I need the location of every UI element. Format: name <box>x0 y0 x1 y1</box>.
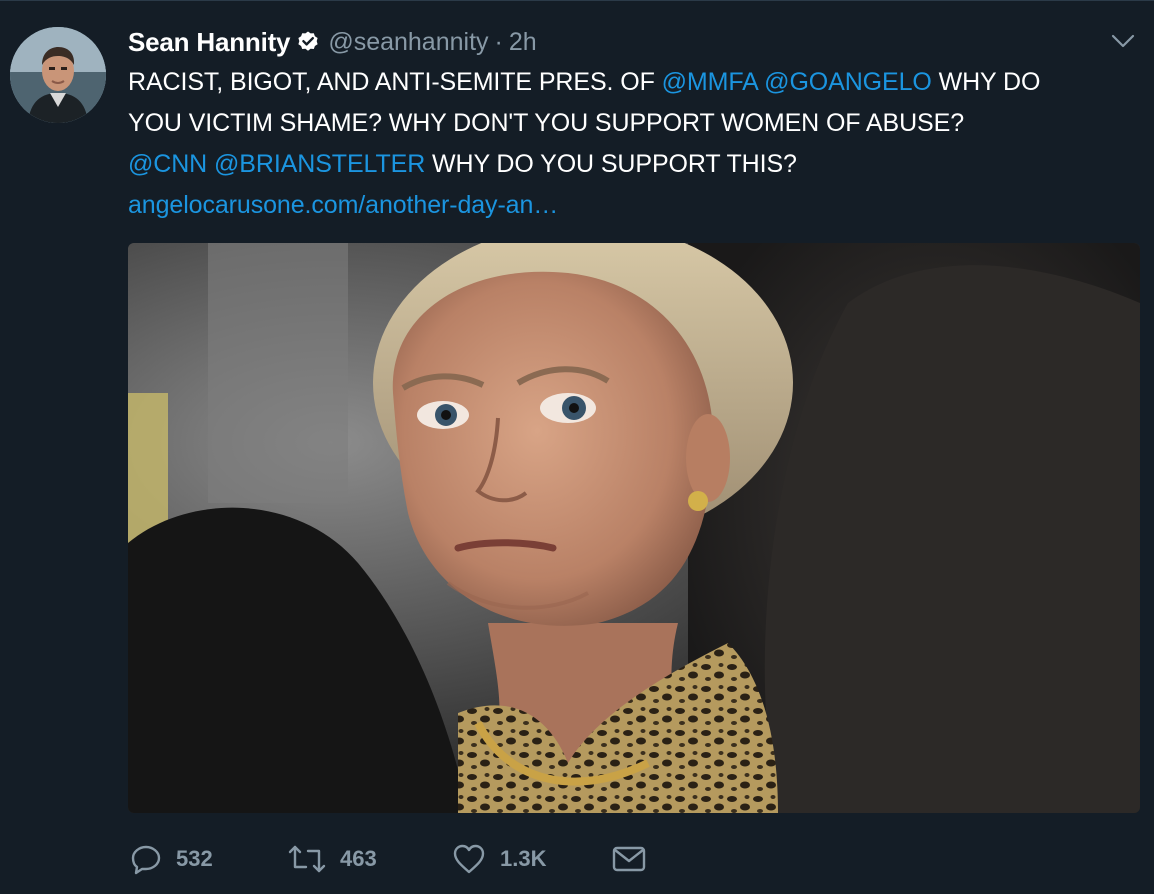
avatar[interactable] <box>10 27 106 123</box>
like-button[interactable]: 1.3K <box>452 839 546 879</box>
heart-icon <box>452 843 486 875</box>
text-segment: RACIST, BIGOT, AND ANTI-SEMITE PRES. OF <box>128 68 662 96</box>
tweet-text-line: angelocarusone.com/another-day-an… <box>128 185 1138 226</box>
tweet-actions: 532 463 1.3K <box>130 839 690 879</box>
mention-link[interactable]: @MMFA <box>662 68 758 96</box>
retweet-count: 463 <box>340 846 377 871</box>
tweet-text-line: RACIST, BIGOT, AND ANTI-SEMITE PRES. OF … <box>128 62 1138 103</box>
url-link[interactable]: angelocarusone.com/another-day-an… <box>128 191 558 219</box>
photo-image <box>128 243 1140 813</box>
text-segment: WHY DO <box>931 68 1041 96</box>
text-segment: YOU VICTIM SHAME? WHY DON'T YOU SUPPORT … <box>128 109 964 137</box>
tweet-text-line: @CNN @BRIANSTELTER WHY DO YOU SUPPORT TH… <box>128 144 1138 185</box>
envelope-icon <box>612 844 646 874</box>
mention-link[interactable]: @CNN <box>128 150 207 178</box>
text-segment <box>207 150 214 178</box>
tweet-text-line: YOU VICTIM SHAME? WHY DON'T YOU SUPPORT … <box>128 103 1138 144</box>
avatar-photo <box>10 27 106 123</box>
direct-message-button[interactable] <box>612 839 646 879</box>
like-count: 1.3K <box>500 846 547 871</box>
more-options-chevron-down-icon[interactable] <box>1110 31 1136 51</box>
reply-button[interactable]: 532 <box>130 839 213 879</box>
author-name[interactable]: Sean Hannity <box>128 27 291 58</box>
verified-badge-icon <box>296 30 320 54</box>
mention-link[interactable]: @GOANGELO <box>764 68 932 96</box>
reply-icon <box>130 843 162 875</box>
author-handle[interactable]: @seanhannity <box>328 28 488 57</box>
tweet-text: RACIST, BIGOT, AND ANTI-SEMITE PRES. OF … <box>128 62 1138 226</box>
text-segment: WHY DO YOU SUPPORT THIS? <box>425 150 797 178</box>
tweet-card[interactable]: Sean Hannity @seanhannity · 2h RACIST, B… <box>0 0 1154 894</box>
reply-count: 532 <box>176 846 213 871</box>
retweet-button[interactable]: 463 <box>288 839 377 879</box>
retweet-icon <box>288 843 326 875</box>
separator-dot: · <box>494 27 503 56</box>
tweet-timestamp[interactable]: 2h <box>509 28 537 57</box>
tweet-header: Sean Hannity @seanhannity · 2h <box>128 25 537 59</box>
tweet-media-photo[interactable] <box>128 243 1140 813</box>
mention-link[interactable]: @BRIANSTELTER <box>214 150 425 178</box>
